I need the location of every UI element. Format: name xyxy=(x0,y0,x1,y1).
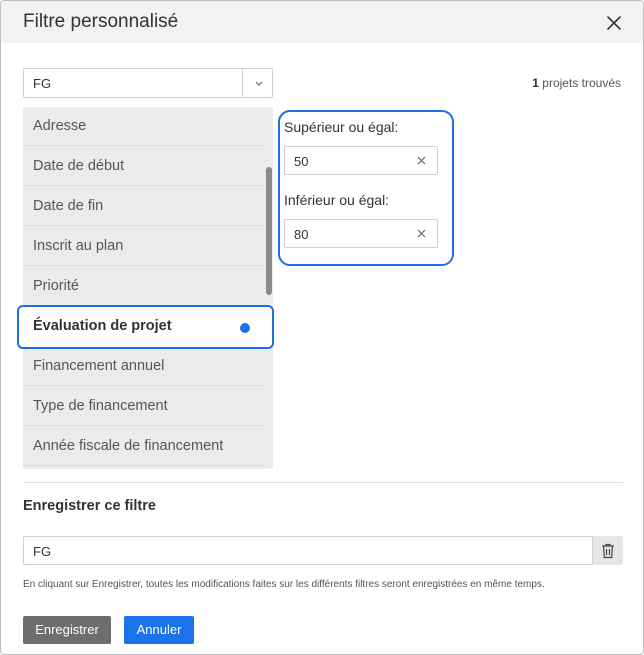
field-item-type-financement[interactable]: Type de financement xyxy=(23,386,265,426)
field-item-date-debut[interactable]: Date de début xyxy=(23,146,265,186)
field-item-evaluation-projet[interactable]: Évaluation de projet xyxy=(17,305,274,349)
selected-indicator-dot xyxy=(240,323,250,333)
chevron-down-icon xyxy=(255,81,263,86)
save-filter-heading: Enregistrer ce filtre xyxy=(23,498,156,514)
saved-filter-select[interactable]: FG xyxy=(23,68,273,98)
field-item-priorite[interactable]: Priorité xyxy=(23,266,265,306)
min-value: 50 xyxy=(294,154,309,169)
custom-filter-dialog: Filtre personnalisé FG 1 projets trouvés… xyxy=(0,0,644,655)
save-button[interactable]: Enregistrer xyxy=(23,616,111,644)
trash-icon xyxy=(602,543,614,559)
projects-found-count: 1 projets trouvés xyxy=(532,76,621,90)
projects-count-number: 1 xyxy=(532,76,539,90)
dialog-title: Filtre personnalisé xyxy=(23,11,179,32)
saved-filter-value: FG xyxy=(33,76,52,91)
min-value-input[interactable]: 50 xyxy=(284,146,438,175)
section-divider xyxy=(23,482,623,483)
selected-field-label: Évaluation de projet xyxy=(33,318,172,334)
select-divider xyxy=(242,69,243,97)
field-item-inscrit-plan[interactable]: Inscrit au plan xyxy=(23,226,265,266)
field-list: Adresse Date de début Date de fin Inscri… xyxy=(23,107,273,469)
save-note: En cliquant sur Enregistrer, toutes les … xyxy=(23,579,545,590)
dialog-header: Filtre personnalisé xyxy=(1,1,643,43)
filter-name-value: FG xyxy=(33,544,52,559)
clear-icon[interactable] xyxy=(416,155,427,166)
field-item-adresse[interactable]: Adresse xyxy=(23,107,265,146)
max-label: Inférieur ou égal: xyxy=(284,192,390,208)
close-button[interactable] xyxy=(604,13,624,33)
filter-name-input[interactable]: FG xyxy=(23,536,593,565)
min-label: Supérieur ou égal: xyxy=(284,119,399,135)
close-icon xyxy=(607,16,621,30)
field-item-date-fin[interactable]: Date de fin xyxy=(23,186,265,226)
field-list-scrollbar-thumb[interactable] xyxy=(266,167,272,295)
cancel-button[interactable]: Annuler xyxy=(124,616,194,644)
delete-filter-button[interactable] xyxy=(593,536,623,565)
max-value-input[interactable]: 80 xyxy=(284,219,438,248)
field-item-annee-fiscale[interactable]: Année fiscale de financement xyxy=(23,426,265,466)
field-item-financement-annuel[interactable]: Financement annuel xyxy=(23,346,265,386)
projects-count-suffix: projets trouvés xyxy=(542,76,621,90)
clear-icon[interactable] xyxy=(416,228,427,239)
max-value: 80 xyxy=(294,227,309,242)
